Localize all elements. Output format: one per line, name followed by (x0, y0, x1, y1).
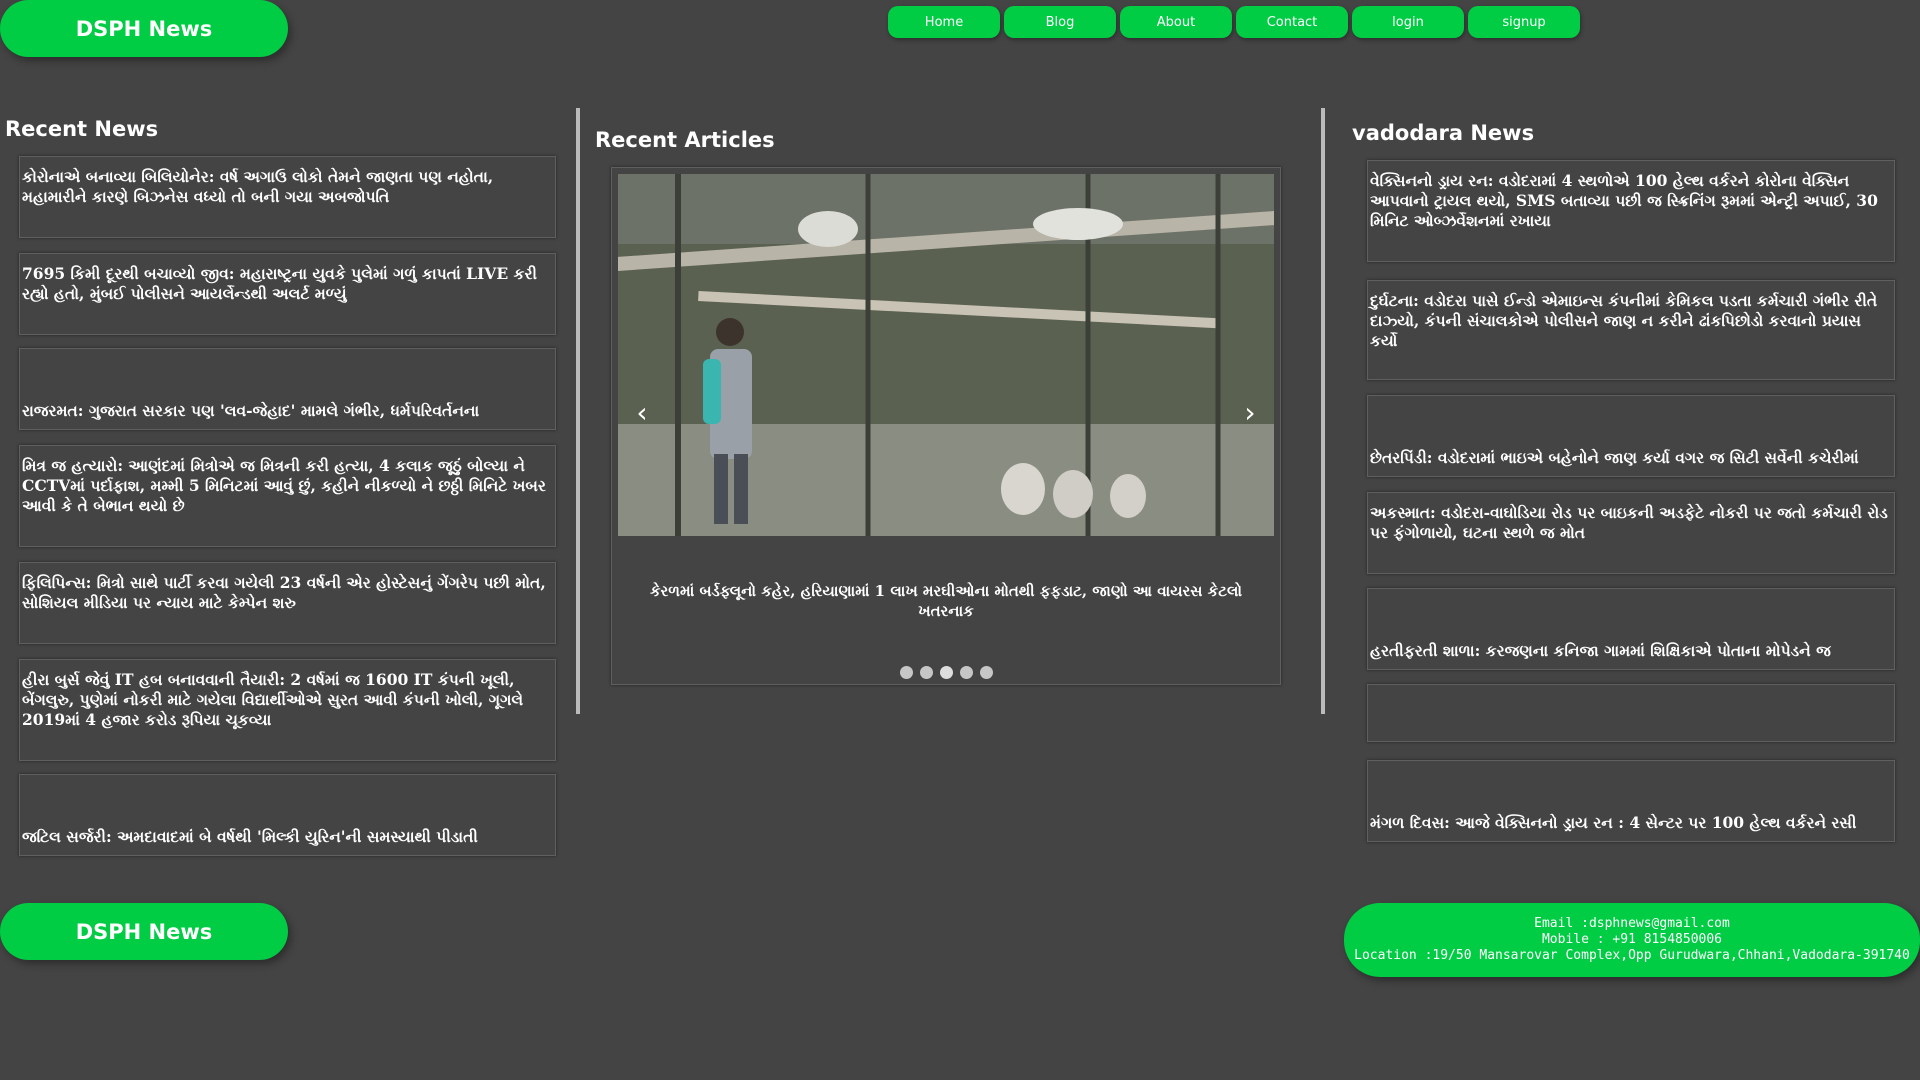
news-headline: હીરા બુર્સ જેવું IT હબ બનાવવાની તૈયારી: … (22, 670, 524, 729)
article-slider: ‹ › કેરળમાં બર્ડફ્લૂનો કહેર, હરિયાણામાં … (611, 167, 1281, 685)
recent-news-card[interactable]: ફિલિપિન્સ: મિત્રો સાથે પાર્ટી કરવા ગયેલી… (19, 562, 556, 644)
news-headline: હરતીફરતી શાળા: કરજણના કનિજા ગામમાં શિક્ષ… (1370, 641, 1831, 660)
recent-news-card[interactable]: રાજરમત: ગુજરાત સરકાર પણ 'લવ-જેહાદ' મામલે… (19, 348, 556, 430)
slider-dot[interactable] (919, 666, 933, 679)
nav-blog-button[interactable]: Blog (1004, 6, 1116, 38)
recent-news-heading: Recent News (5, 117, 159, 141)
slide-caption[interactable]: કેરળમાં બર્ડફ્લૂનો કહેર, હરિયાણામાં 1 લા… (642, 581, 1250, 621)
vadodara-news-card[interactable]: દુર્ઘટના: વડોદરા પાસે ઈન્ડો એમાઇન્સ કંપન… (1367, 280, 1895, 380)
news-headline: 7695 કિમી દૂરથી બચાવ્યો જીવ: મહારાષ્ટ્રન… (22, 264, 537, 303)
vadodara-news-heading: vadodara News (1352, 121, 1535, 145)
nav-contact-button[interactable]: Contact (1236, 6, 1348, 38)
slider-dots (612, 666, 1280, 679)
column-divider-left (576, 108, 580, 714)
slider-prev-button[interactable]: ‹ (632, 396, 652, 429)
vadodara-news-card[interactable] (1367, 684, 1895, 742)
footer-logo[interactable]: DSPH News (0, 903, 288, 960)
news-headline: ફિલિપિન્સ: મિત્રો સાથે પાર્ટી કરવા ગયેલી… (22, 573, 546, 612)
footer-email[interactable]: Email :dsphnews@gmail.com (1534, 916, 1730, 932)
vadodara-news-card[interactable]: વેક્સિનનો ડ્રાય રન: વડોદરામાં 4 સ્થળોએ 1… (1367, 160, 1895, 262)
news-headline: કોરોનાએ બનાવ્યા બિલિયોનેર: વર્ષ અગાઉ લોક… (22, 167, 494, 206)
main-nav: Home Blog About Contact login signup (888, 6, 1580, 38)
news-headline: મંગળ દિવસ: આજે વેક્સિનનો ડ્રાય રન : 4 સે… (1370, 813, 1857, 832)
footer-logo-text: DSPH News (75, 919, 213, 944)
recent-news-card[interactable]: મિત્ર જ હત્યારો: આણંદમાં મિત્રોએ જ મિત્ર… (19, 445, 556, 547)
slider-dot[interactable] (979, 666, 993, 679)
footer-mobile[interactable]: Mobile : +91 8154850006 (1542, 932, 1722, 948)
vadodara-news-card[interactable]: હરતીફરતી શાળા: કરજણના કનિજા ગામમાં શિક્ષ… (1367, 588, 1895, 670)
slider-next-button[interactable]: › (1240, 396, 1260, 429)
recent-news-card[interactable]: જટિલ સર્જરી: અમદાવાદમાં બે વર્ષથી 'મિલ્ક… (19, 774, 556, 856)
footer-contact: Email :dsphnews@gmail.com Mobile : +91 8… (1344, 903, 1920, 977)
site-logo-text: DSPH News (75, 16, 213, 41)
news-headline: મિત્ર જ હત્યારો: આણંદમાં મિત્રોએ જ મિત્ર… (22, 456, 546, 515)
vadodara-news-card[interactable]: અકસ્માત: વડોદરા-વાઘોડિયા રોડ પર બાઇકની અ… (1367, 492, 1895, 574)
slider-dot[interactable] (899, 666, 913, 679)
news-headline: વેક્સિનનો ડ્રાય રન: વડોદરામાં 4 સ્થળોએ 1… (1370, 171, 1878, 230)
slide-image[interactable]: ‹ › (618, 174, 1274, 536)
nav-signup-button[interactable]: signup (1468, 6, 1580, 38)
news-headline: રાજરમત: ગુજરાત સરકાર પણ 'લવ-જેહાદ' મામલે… (22, 401, 480, 420)
nav-about-button[interactable]: About (1120, 6, 1232, 38)
slider-dot[interactable] (959, 666, 973, 679)
footer-location: Location :19/50 Mansarovar Complex,Opp G… (1354, 948, 1910, 963)
recent-articles-heading: Recent Articles (595, 128, 775, 152)
news-headline: દુર્ઘટના: વડોદરા પાસે ઈન્ડો એમાઇન્સ કંપન… (1370, 291, 1878, 350)
news-headline: અકસ્માત: વડોદરા-વાઘોડિયા રોડ પર બાઇકની અ… (1370, 503, 1888, 542)
nav-home-button[interactable]: Home (888, 6, 1000, 38)
column-divider-right (1321, 108, 1325, 714)
recent-news-card[interactable]: કોરોનાએ બનાવ્યા બિલિયોનેર: વર્ષ અગાઉ લોક… (19, 156, 556, 238)
vadodara-news-card[interactable]: મંગળ દિવસ: આજે વેક્સિનનો ડ્રાય રન : 4 સે… (1367, 760, 1895, 842)
recent-news-card[interactable]: હીરા બુર્સ જેવું IT હબ બનાવવાની તૈયારી: … (19, 659, 556, 761)
slider-dot-active[interactable] (939, 666, 953, 679)
vadodara-news-card[interactable]: છેતરપિંડી: વડોદરામાં ભાઇએ બહેનોને જાણ કર… (1367, 395, 1895, 477)
site-logo[interactable]: DSPH News (0, 0, 288, 57)
news-headline: જટિલ સર્જરી: અમદાવાદમાં બે વર્ષથી 'મિલ્ક… (22, 827, 478, 846)
nav-login-button[interactable]: login (1352, 6, 1464, 38)
recent-news-card[interactable]: 7695 કિમી દૂરથી બચાવ્યો જીવ: મહારાષ્ટ્રન… (19, 253, 556, 335)
news-headline: છેતરપિંડી: વડોદરામાં ભાઇએ બહેનોને જાણ કર… (1370, 448, 1859, 467)
